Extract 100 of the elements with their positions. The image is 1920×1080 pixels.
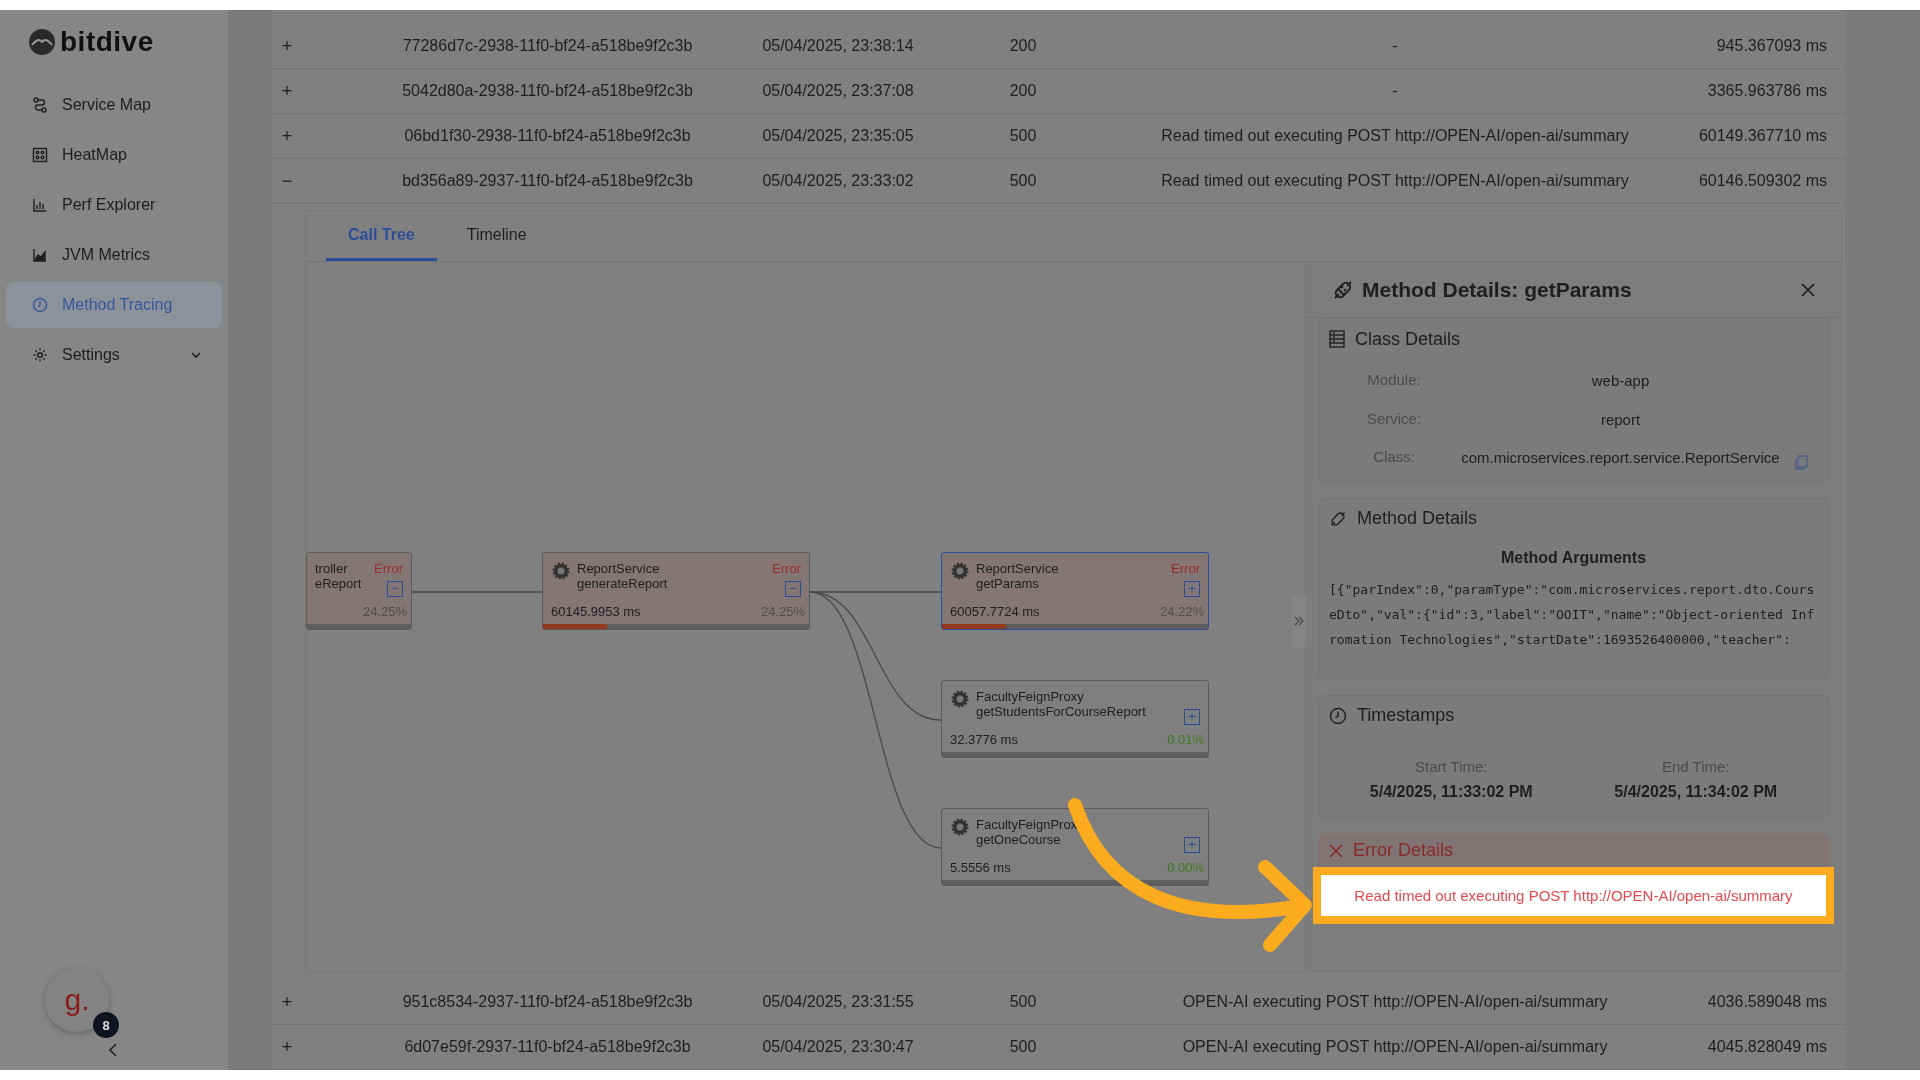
table-cell-text: Read timed out executing POST http://OPEN-AI/open-ai/summary [1160, 172, 1630, 190]
table-cell-text: bd356a89-2937-11f0-bf24-a518be9f2c3b [401, 172, 694, 190]
nav-item[interactable]: Perf Explorer [6, 182, 222, 228]
close-icon [1329, 843, 1343, 858]
table-cell-text: 945.367093 ms [1715, 37, 1828, 55]
logo-icon [28, 28, 56, 56]
table-cell-text: 500 [1008, 172, 1038, 190]
error-label: Error [772, 561, 801, 576]
table-cell-text: 06bd1f30-2938-11f0-bf24-a518be9f2c3b [403, 127, 692, 145]
nav-item[interactable]: Service Map [6, 82, 222, 128]
field-value: 5/4/2025, 11:33:02 PM [1369, 782, 1533, 801]
nav-item[interactable]: Settings [6, 332, 222, 378]
duration-text: 60145.9953 ms [551, 604, 641, 619]
expand-toggle[interactable]: + [272, 35, 302, 57]
table-cell-text: 05/04/2025, 23:38:14 [761, 37, 915, 55]
table-cell-text: 77286d7c-2938-11f0-bf24-a518be9f2c3b [401, 37, 694, 55]
gear-icon [950, 817, 970, 837]
table-cell-text: OPEN-AI executing POST http://OPEN-AI/open-ai/summary [1181, 1038, 1609, 1056]
share-text: 0.00% [1167, 860, 1204, 875]
field-value: 5/4/2025, 11:34:02 PM [1614, 782, 1778, 801]
grid-icon [32, 147, 48, 163]
table-cell-text: 05/04/2025, 23:33:02 [761, 172, 915, 190]
error-label: Error [1171, 561, 1200, 576]
gear-icon [950, 689, 970, 709]
nav-item[interactable]: HeatMap [6, 132, 222, 178]
table-cell-text: 200 [1008, 37, 1038, 55]
server-icon [1329, 330, 1345, 348]
table-cell-text: 500 [1008, 993, 1038, 1011]
double-chevron-icon [1294, 616, 1304, 626]
table-cell-text: 05/04/2025, 23:31:55 [761, 993, 915, 1011]
clock-icon [32, 297, 48, 313]
arguments-code: [{"parIndex":0,"paramType":"com.microservices.report.dto.CourseDto","val":{"id":3,"label":"OOIT","name":"Object-oriented Infromation Technologies","startDate":1693526400000,"teacher": [1329, 580, 1816, 649]
duration-text: 60057.7724 ms [950, 604, 1040, 619]
nav-item[interactable]: JVM Metrics [6, 232, 222, 278]
table-cell-text: 200 [1008, 82, 1038, 100]
method-name: getOneCourse [976, 832, 1062, 847]
class-name: FacultyFeignProx [976, 817, 1078, 832]
table-cell-text: 500 [1008, 1038, 1038, 1056]
table-cell-text: - [1391, 82, 1399, 100]
close-icon[interactable] [1801, 282, 1815, 297]
field-value: com.microservices.report.service.ReportService [1460, 448, 1781, 468]
table-cell-text: 60149.367710 ms [1697, 127, 1828, 145]
gear-icon [551, 561, 571, 581]
error-message: Read timed out executing POST http://OPEN-AI/open-ai/summary [1313, 866, 1834, 924]
class-name: ReportService [577, 561, 661, 576]
error-label: Error [374, 561, 403, 576]
class-name: troller [315, 561, 349, 576]
expand-toggle[interactable]: + [272, 1036, 302, 1058]
table-cell-text: Read timed out executing POST http://OPEN-AI/open-ai/summary [1160, 127, 1630, 145]
expand-toggle[interactable]: + [272, 80, 302, 102]
collapse-handle[interactable] [1292, 595, 1306, 647]
clock-icon [1329, 706, 1347, 725]
method-name: eReport [315, 576, 362, 591]
table-cell-text: 3365.963786 ms [1706, 82, 1828, 100]
arguments-heading: Method Arguments [1499, 548, 1648, 567]
nav-item[interactable]: Method Tracing [6, 282, 222, 328]
duration-text: 5.5556 ms [950, 860, 1011, 875]
tab[interactable]: Timeline [444, 211, 549, 261]
section-heading: Class Details [1355, 328, 1461, 350]
table-cell-text: 05/04/2025, 23:35:05 [761, 127, 915, 145]
chevron-down-icon [190, 351, 202, 359]
table-cell-text: 4045.828049 ms [1706, 1038, 1828, 1056]
section-heading: Method Details [1357, 508, 1478, 529]
method-name: getStudentsForCourseReport [976, 704, 1146, 719]
table-cell-text: 05/04/2025, 23:37:08 [761, 82, 915, 100]
route-icon [32, 97, 48, 113]
method-name: getParams [976, 576, 1040, 591]
expand-toggle[interactable]: + [272, 991, 302, 1013]
call-tree-node[interactable]: FacultyFeignProx getOneCourse + 5.5556 ms 0.00% [941, 808, 1209, 886]
table-cell-text: 4036.589048 ms [1706, 993, 1828, 1011]
chevron-left-icon[interactable] [108, 1042, 118, 1058]
panel-title: Method Details: getParams [1362, 277, 1632, 302]
table-cell-text: 951c8534-2937-11f0-bf24-a518be9f2c3b [401, 993, 694, 1011]
table-cell-text: - [1391, 37, 1399, 55]
gear-icon [950, 561, 970, 581]
expand-toggle[interactable]: + [272, 125, 302, 147]
share-text: 0.01% [1167, 732, 1204, 747]
method-name: generateReport [577, 576, 668, 591]
plug-icon [1332, 278, 1354, 301]
table-cell-text: OPEN-AI executing POST http://OPEN-AI/open-ai/summary [1181, 993, 1609, 1011]
settings-icon [32, 347, 48, 363]
bar-chart-icon [32, 197, 48, 213]
area-chart-icon [32, 247, 48, 263]
plug-icon [1329, 509, 1347, 528]
call-tree-node[interactable]: FacultyFeignProxy getStudentsForCourseReport + 32.3776 ms 0.01% [941, 680, 1209, 758]
class-name: FacultyFeignProxy [976, 689, 1085, 704]
table-cell-text: 6d07e59f-2937-11f0-bf24-a518be9f2c3b [403, 1038, 692, 1056]
field-value: report [1599, 409, 1642, 430]
section-heading: Timestamps [1357, 705, 1455, 726]
table-cell-text: 05/04/2025, 23:30:47 [761, 1038, 915, 1056]
table-cell-text: 500 [1008, 127, 1038, 145]
table-cell-text: 60146.509302 ms [1697, 172, 1828, 190]
duration-text: 32.3776 ms [950, 732, 1018, 747]
class-name: ReportService [976, 561, 1059, 576]
expand-toggle[interactable]: − [272, 170, 302, 192]
logo-text: bitdive [60, 26, 154, 58]
table-cell-text: 5042d80a-2938-11f0-bf24-a518be9f2c3b [401, 82, 694, 100]
field-value: web-app [1590, 371, 1651, 391]
notification-badge: 8 [93, 1012, 119, 1038]
section-heading: Error Details [1353, 840, 1454, 861]
